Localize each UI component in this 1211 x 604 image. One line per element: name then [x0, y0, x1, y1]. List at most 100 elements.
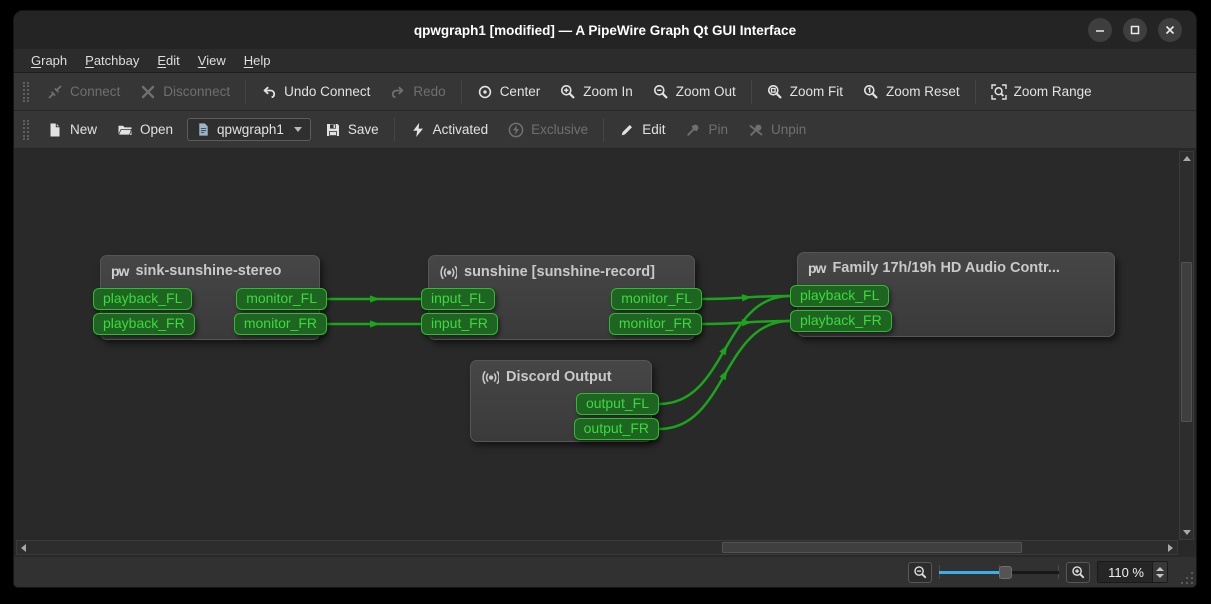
patchbay-selector-dropdown[interactable]: qpwgraph1 — [187, 118, 311, 141]
open-icon — [117, 122, 133, 138]
menu-help[interactable]: Help — [235, 50, 280, 71]
horizontal-scrollbar[interactable] — [16, 540, 1178, 555]
port-sink-monitor_FL[interactable]: monitor_FL — [236, 288, 327, 310]
connect-button[interactable]: Connect — [37, 79, 130, 105]
spin-down-arrow[interactable] — [1156, 574, 1164, 578]
zoom-out-icon — [653, 84, 669, 100]
zoom-in-button[interactable]: Zoom In — [550, 79, 643, 105]
scroll-down-arrow[interactable] — [1180, 526, 1193, 539]
close-button[interactable] — [1158, 18, 1182, 42]
disconnect-button[interactable]: Disconnect — [130, 79, 240, 105]
connections-layer — [14, 149, 1196, 557]
port-family-playback_FR[interactable]: playback_FR — [790, 310, 892, 332]
edit-pencil-icon — [619, 122, 635, 138]
spin-up-arrow[interactable] — [1156, 567, 1164, 571]
maximize-button[interactable] — [1123, 18, 1147, 42]
zoom-range-button[interactable]: Zoom Range — [981, 79, 1102, 105]
unpin-icon — [748, 122, 764, 138]
graph-canvas[interactable]: pwsink-sunshine-stereoplayback_FLplaybac… — [14, 149, 1196, 557]
port-discord-output_FL[interactable]: output_FL — [576, 393, 659, 415]
disconnect-label: Disconnect — [163, 84, 230, 99]
vertical-scrollbar[interactable] — [1179, 151, 1194, 540]
titlebar[interactable]: qpwgraph1 [modified] — A PipeWire Graph … — [14, 11, 1196, 49]
zoom-fit-icon — [767, 84, 783, 100]
zoom-out-mini-button[interactable] — [908, 562, 932, 583]
window-resize-grip[interactable] — [1181, 572, 1193, 584]
edit-button[interactable]: Edit — [609, 117, 675, 143]
open-label: Open — [140, 122, 173, 137]
zoom-fit-button[interactable]: Zoom Fit — [757, 79, 853, 105]
toolbar-separator — [245, 80, 246, 104]
zoom-percentage-value: 110 % — [1098, 562, 1152, 582]
redo-icon — [390, 84, 406, 100]
zoom-range-label: Zoom Range — [1014, 84, 1092, 99]
zoom-out-icon — [913, 565, 928, 580]
vertical-scroll-thumb[interactable] — [1181, 262, 1192, 422]
zoom-slider-fill — [939, 571, 1005, 574]
port-discord-output_FR[interactable]: output_FR — [574, 418, 659, 440]
activated-bolt-icon — [410, 122, 426, 138]
pin-button[interactable]: Pin — [675, 117, 738, 143]
menu-view[interactable]: View — [189, 50, 235, 71]
toolbar-drag-handle[interactable] — [23, 120, 29, 140]
open-button[interactable]: Open — [107, 117, 183, 143]
zoom-reset-icon — [863, 84, 879, 100]
minimize-button[interactable] — [1088, 18, 1112, 42]
activated-button[interactable]: Activated — [400, 117, 499, 143]
zoom-reset-button[interactable]: Zoom Reset — [853, 79, 970, 105]
horizontal-scroll-thumb[interactable] — [722, 542, 1022, 553]
save-icon — [325, 122, 341, 138]
scroll-left-arrow[interactable] — [17, 541, 30, 554]
new-button[interactable]: New — [37, 117, 107, 143]
exclusive-bolt-icon — [508, 122, 524, 138]
port-sink-playback_FL[interactable]: playback_FL — [93, 288, 192, 310]
connect-label: Connect — [70, 84, 120, 99]
port-sink-monitor_FR[interactable]: monitor_FR — [234, 313, 327, 335]
zoom-in-mini-button[interactable] — [1066, 562, 1090, 583]
unpin-button[interactable]: Unpin — [738, 117, 816, 143]
unpin-label: Unpin — [771, 122, 806, 137]
redo-button[interactable]: Redo — [380, 79, 455, 105]
scroll-up-arrow[interactable] — [1180, 152, 1193, 165]
zoom-range-icon — [991, 84, 1007, 100]
redo-label: Redo — [413, 84, 445, 99]
zoom-percentage-spinbox[interactable]: 110 % — [1097, 561, 1168, 583]
save-label: Save — [348, 122, 379, 137]
window-controls — [1088, 18, 1182, 42]
connection-arrow-icon — [370, 320, 380, 327]
zoom-out-button[interactable]: Zoom Out — [643, 79, 746, 105]
zoom-slider-handle[interactable] — [999, 566, 1012, 579]
port-family-playback_FL[interactable]: playback_FL — [790, 285, 889, 307]
disconnect-icon — [140, 84, 156, 100]
zoom-in-icon — [1071, 565, 1086, 580]
zoom-in-icon — [560, 84, 576, 100]
spinbox-buttons — [1152, 562, 1167, 582]
zoom-slider[interactable] — [939, 563, 1059, 581]
toolbar-separator — [394, 118, 395, 142]
desktop: qpwgraph1 [modified] — A PipeWire Graph … — [0, 0, 1211, 604]
menu-edit[interactable]: Edit — [148, 50, 188, 71]
undo-connect-label: Undo Connect — [284, 84, 370, 99]
minimize-icon — [1094, 24, 1106, 36]
port-sunshine-monitor_FR[interactable]: monitor_FR — [609, 313, 702, 335]
menu-graph[interactable]: Graph — [22, 50, 76, 71]
port-sink-playback_FR[interactable]: playback_FR — [93, 313, 195, 335]
center-button[interactable]: Center — [467, 79, 551, 105]
port-sunshine-monitor_FL[interactable]: monitor_FL — [611, 288, 702, 310]
chevron-down-icon — [294, 127, 302, 132]
zoom-in-label: Zoom In — [583, 84, 633, 99]
qpwgraph-window: qpwgraph1 [modified] — A PipeWire Graph … — [13, 10, 1197, 588]
scroll-right-arrow[interactable] — [1164, 541, 1177, 554]
patchbay-file-icon — [196, 122, 211, 137]
toolbar-separator — [975, 80, 976, 104]
exclusive-button[interactable]: Exclusive — [498, 117, 598, 143]
statusbar: 110 % — [14, 557, 1196, 587]
toolbar-graph-actions: Connect Disconnect Undo Connect Redo Center Z… — [14, 73, 1196, 111]
port-sunshine-input_FR[interactable]: input_FR — [421, 313, 498, 335]
port-sunshine-input_FL[interactable]: input_FL — [421, 288, 495, 310]
undo-connect-button[interactable]: Undo Connect — [251, 79, 380, 105]
window-title: qpwgraph1 [modified] — A PipeWire Graph … — [414, 23, 796, 38]
toolbar-drag-handle[interactable] — [23, 82, 29, 102]
menu-patchbay[interactable]: Patchbay — [76, 50, 148, 71]
save-button[interactable]: Save — [315, 117, 389, 143]
